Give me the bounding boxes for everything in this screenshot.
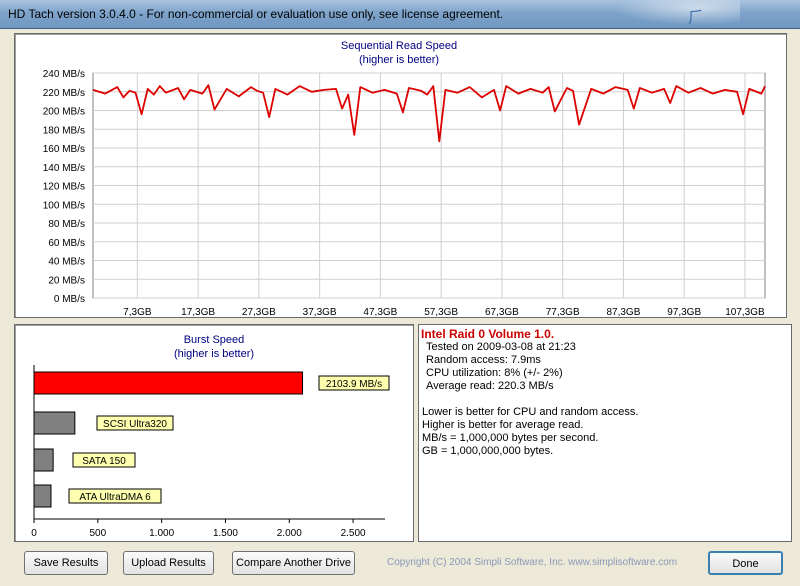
window-title: HD Tach version 3.0.4.0 - For non-commer… xyxy=(8,7,504,21)
note-mbs-definition: MB/s = 1,000,000 bytes per second. xyxy=(422,432,599,444)
burst-x-tick-label: 1.000 xyxy=(149,528,174,539)
burst-speed-panel: Burst Speed (higher is better) 2103.9 MB… xyxy=(14,324,414,542)
results-info-panel: Intel Raid 0 Volume 1.0. Tested on 2009-… xyxy=(418,324,792,542)
read-x-tick-label: 107,3GB xyxy=(725,307,765,317)
burst-x-tick-label: 500 xyxy=(89,528,106,539)
save-results-button[interactable]: Save Results xyxy=(24,551,108,575)
read-y-tick-label: 140 MB/s xyxy=(43,163,85,174)
burst-bar-label: SATA 150 xyxy=(82,456,126,467)
note-lower-better: Lower is better for CPU and random acces… xyxy=(422,406,639,418)
burst-bar xyxy=(33,448,54,472)
note-higher-better: Higher is better for average read. xyxy=(422,419,584,431)
read-y-tick-label: 0 MB/s xyxy=(54,294,85,305)
read-y-tick-label: 120 MB/s xyxy=(43,182,85,193)
read-y-tick-label: 80 MB/s xyxy=(48,219,85,230)
read-x-tick-label: 37,3GB xyxy=(303,307,337,317)
tested-on-text: Tested on 2009-03-08 at 21:23 xyxy=(426,341,576,353)
title-bar-glass xyxy=(600,0,740,28)
read-y-tick-label: 60 MB/s xyxy=(48,238,85,249)
read-y-tick-label: 160 MB/s xyxy=(43,144,85,155)
burst-bar-label: ATA UltraDMA 6 xyxy=(79,492,151,503)
read-y-tick-label: 180 MB/s xyxy=(43,125,85,136)
read-speed-panel: Sequential Read Speed (higher is better)… xyxy=(14,33,787,318)
burst-x-tick-label: 0 xyxy=(31,528,37,539)
upload-results-button[interactable]: Upload Results xyxy=(123,551,214,575)
read-y-tick-label: 20 MB/s xyxy=(48,275,85,286)
burst-bar-label: SCSI Ultra320 xyxy=(103,419,167,430)
burst-bar-label: 2103.9 MB/s xyxy=(326,379,382,390)
burst-chart-title: Burst Speed xyxy=(184,334,245,346)
title-bar: HD Tach version 3.0.4.0 - For non-commer… xyxy=(0,0,800,29)
read-x-tick-label: 77,3GB xyxy=(546,307,580,317)
random-access-text: Random access: 7.9ms xyxy=(426,354,541,366)
burst-x-tick-label: 1.500 xyxy=(213,528,238,539)
read-chart-subtitle: (higher is better) xyxy=(359,54,439,66)
read-y-tick-label: 240 MB/s xyxy=(43,69,85,80)
read-x-tick-label: 7,3GB xyxy=(123,307,152,317)
read-x-tick-label: 27,3GB xyxy=(242,307,276,317)
read-x-tick-label: 67,3GB xyxy=(485,307,519,317)
copyright-text: Copyright (C) 2004 Simpli Software, Inc.… xyxy=(387,557,678,568)
read-speed-chart: Sequential Read Speed (higher is better)… xyxy=(43,40,766,317)
burst-bar xyxy=(33,371,304,395)
app-logo-icon: ⺁ xyxy=(687,8,704,27)
average-read-text: Average read: 220.3 MB/s xyxy=(426,380,554,392)
read-y-tick-label: 220 MB/s xyxy=(43,88,85,99)
burst-x-tick-label: 2.000 xyxy=(277,528,302,539)
read-y-tick-label: 40 MB/s xyxy=(48,257,85,268)
burst-bar xyxy=(33,411,76,435)
note-gb-definition: GB = 1,000,000,000 bytes. xyxy=(422,445,554,457)
compare-another-drive-button[interactable]: Compare Another Drive xyxy=(232,551,355,575)
read-x-tick-label: 97,3GB xyxy=(667,307,701,317)
read-x-tick-label: 87,3GB xyxy=(606,307,640,317)
read-y-tick-label: 200 MB/s xyxy=(43,107,85,118)
burst-chart-subtitle: (higher is better) xyxy=(174,348,254,360)
read-x-tick-label: 47,3GB xyxy=(363,307,397,317)
done-button[interactable]: Done xyxy=(708,551,783,575)
read-y-tick-label: 100 MB/s xyxy=(43,200,85,211)
cpu-utilization-text: CPU utilization: 8% (+/- 2%) xyxy=(426,367,563,379)
burst-speed-chart: Burst Speed (higher is better) 2103.9 MB… xyxy=(31,334,390,539)
drive-name: Intel Raid 0 Volume 1.0. xyxy=(421,327,555,341)
read-x-tick-label: 57,3GB xyxy=(424,307,458,317)
burst-bar xyxy=(33,484,52,508)
read-chart-title: Sequential Read Speed xyxy=(341,40,457,52)
burst-x-tick-label: 2.500 xyxy=(341,528,366,539)
read-x-tick-label: 17,3GB xyxy=(181,307,215,317)
